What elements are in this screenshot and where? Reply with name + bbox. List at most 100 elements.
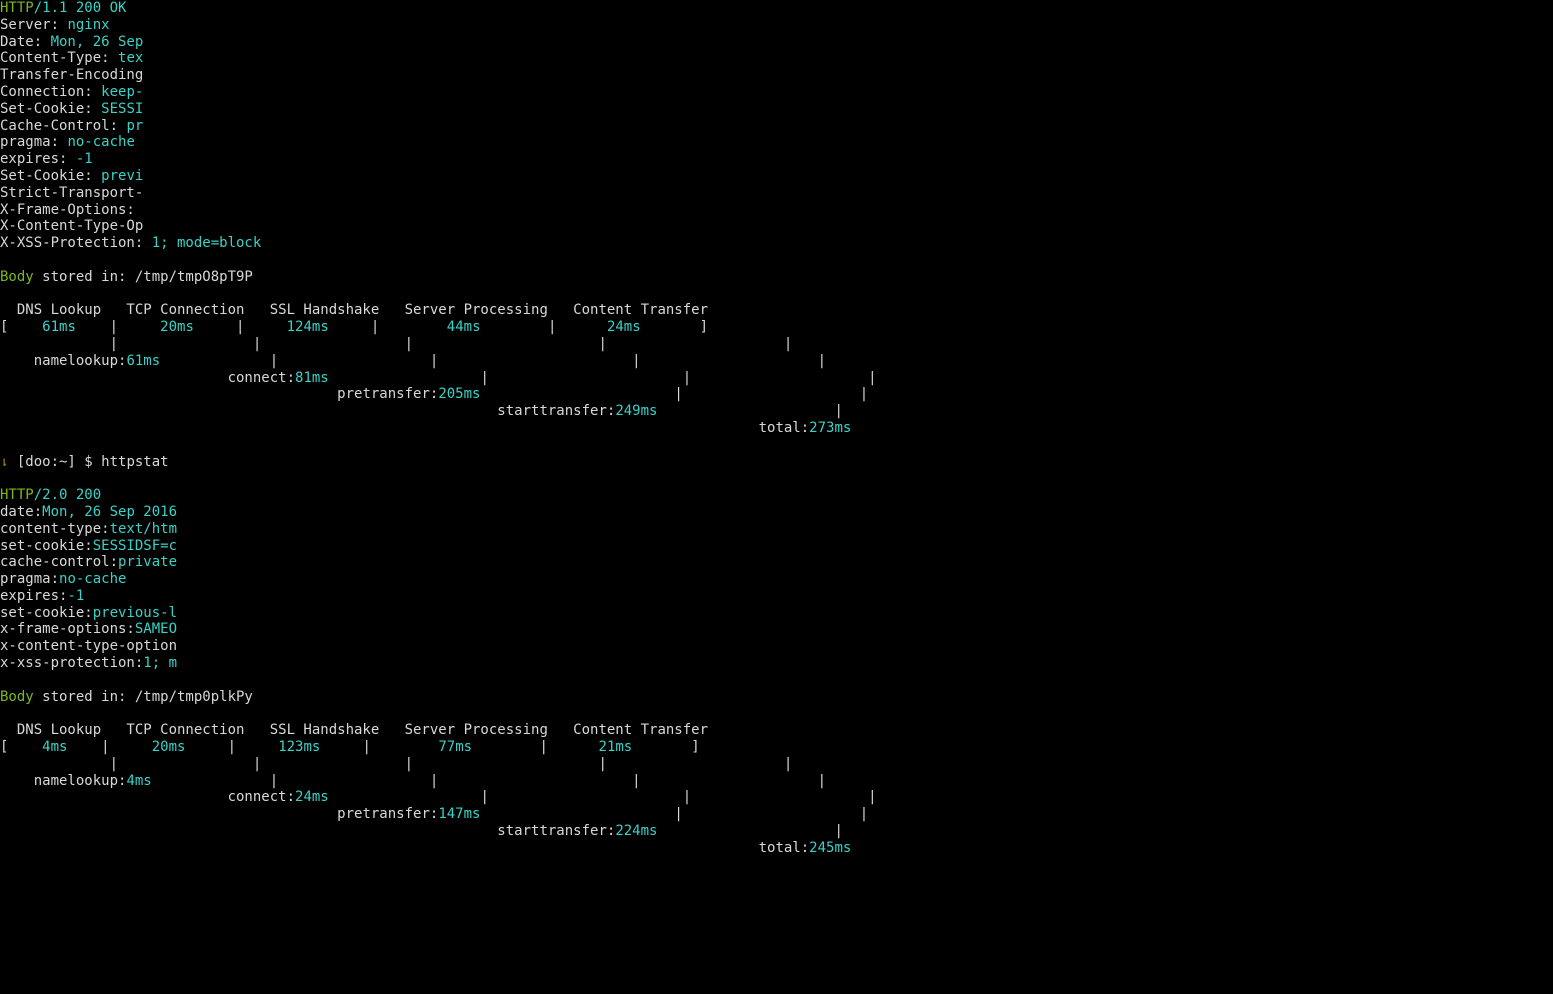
hdr-val-2-3: private: [118, 554, 177, 570]
hdr-val-2-2: SESSIDSF=c: [93, 538, 177, 554]
hdr-key-1-1: Date:: [0, 34, 51, 50]
hdr-key-2-1: content-type:: [0, 521, 110, 537]
stage-ct-2: 21ms: [548, 739, 691, 755]
hdr-val-1-2: tex: [118, 50, 143, 66]
hdr-val-1-13: 1; mode=block: [152, 235, 262, 251]
stage-headers-1: DNS Lookup TCP Connection SSL Handshake …: [0, 302, 708, 318]
hdr-mask-2-8: [177, 638, 253, 654]
hdr-key-1-3: Transfer-Encoding: [0, 67, 143, 83]
prompt-command[interactable]: httpstat: [101, 454, 177, 470]
cum-value-1-4: 273ms: [809, 420, 851, 436]
hdr-key-1-4: Connection:: [0, 84, 101, 100]
body-label-1: Body: [0, 269, 34, 285]
hdr-key-2-8: x-content-type-option: [0, 638, 177, 654]
hdr-key-2-7: x-frame-options:: [0, 621, 135, 637]
hdr-val-1-9: previ: [101, 168, 143, 184]
body-path-2: stored in: /tmp/tmp0plkPy: [34, 689, 253, 705]
hdr-val-2-4: no-cache: [59, 571, 126, 587]
hdr-val-1-1: Mon, 26 Sep: [51, 34, 144, 50]
hdr-key-2-0: date:: [0, 504, 42, 520]
hdr-mask-2-7: [177, 621, 236, 637]
hdr-mask-2-6: [177, 605, 1205, 621]
hdr-val-1-4: keep-: [101, 84, 143, 100]
http-status-2: /2.0 200: [34, 487, 101, 503]
cum-label-1-1: connect:: [228, 370, 295, 386]
prompt-arg-mask: [177, 454, 421, 470]
bracket-right-1: ]: [700, 319, 708, 335]
hdr-key-1-11: X-Frame-Options:: [0, 202, 135, 218]
cum-value-2-2: 147ms: [438, 806, 480, 822]
pipes-2: | | | | |: [0, 756, 792, 772]
hdr-mask-1-11: [135, 202, 202, 218]
hdr-val-2-5: -1: [67, 588, 84, 604]
cum-label-2-1: connect:: [228, 789, 295, 805]
hdr-val-1-8: -1: [76, 151, 93, 167]
hdr-mask-2-9: [177, 655, 270, 671]
hdr-val-2-0: Mon, 26 Sep 2016: [42, 504, 177, 520]
hdr-key-2-3: cache-control:: [0, 554, 118, 570]
hdr-mask-1-4: [143, 84, 185, 100]
cum-label-2-2: pretransfer:: [337, 806, 438, 822]
stage-ssl-2: 123ms: [236, 739, 362, 755]
stage-tcp-1: 20ms: [118, 319, 236, 335]
prompt-host: [doo:~] $: [17, 454, 101, 470]
hdr-val-1-6: pr: [126, 118, 143, 134]
hdr-key-1-6: Cache-Control:: [0, 118, 126, 134]
cum-value-1-2: 205ms: [438, 386, 480, 402]
cum-label-1-0: namelookup:: [34, 353, 127, 369]
hdr-key-2-9: x-xss-protection:: [0, 655, 143, 671]
hdr-mask-1-6: [143, 118, 362, 134]
cum-value-1-3: 249ms: [615, 403, 657, 419]
hdr-mask-1-3: [143, 67, 210, 83]
hdr-mask-1-10: [143, 185, 556, 201]
stage-headers-2: DNS Lookup TCP Connection SSL Handshake …: [0, 722, 708, 738]
hdr-mask-2-1: [177, 521, 312, 537]
cum-label-1-2: pretransfer:: [337, 386, 438, 402]
hdr-key-1-2: Content-Type:: [0, 50, 118, 66]
cum-label-2-0: namelookup:: [34, 773, 127, 789]
http-status-1: /1.1 200 OK: [34, 0, 127, 16]
hdr-mask-1-5: [143, 101, 699, 117]
cum-value-2-1: 24ms: [295, 789, 329, 805]
cum-value-1-0: 61ms: [126, 353, 160, 369]
hdr-mask-1-9: [143, 168, 1180, 184]
cum-value-2-4: 245ms: [809, 840, 851, 856]
http-proto-2: HTTP: [0, 487, 34, 503]
hdr-mask-2-0: [177, 504, 303, 520]
hdr-mask-1-1: [143, 34, 354, 50]
cum-value-1-1: 81ms: [295, 370, 329, 386]
hdr-val-2-1: text/htm: [110, 521, 177, 537]
hdr-key-1-0: Server:: [0, 17, 67, 33]
hdr-mask-1-2: [143, 50, 236, 66]
body-path-1: stored in: /tmp/tmpO8pT9P: [34, 269, 253, 285]
stage-dns-2: 4ms: [8, 739, 101, 755]
stage-ct-1: 24ms: [556, 319, 699, 335]
cum-label-2-3: starttransfer:: [497, 823, 615, 839]
cum-value-2-0: 4ms: [126, 773, 151, 789]
terminal-output[interactable]: HTTP/1.1 200 OK Server: nginx Date: Mon,…: [0, 0, 1553, 857]
hdr-mask-2-2: [177, 538, 742, 554]
hdr-val-1-0: nginx: [67, 17, 109, 33]
hdr-key-2-4: pragma:: [0, 571, 59, 587]
hdr-key-1-8: expires:: [0, 151, 76, 167]
bracket-right-2: ]: [691, 739, 699, 755]
hdr-key-1-9: Set-Cookie:: [0, 168, 101, 184]
pipes-1: | | | | |: [0, 336, 792, 352]
hdr-key-1-5: Set-Cookie:: [0, 101, 101, 117]
hdr-val-1-5: SESSI: [101, 101, 143, 117]
hdr-key-1-13: X-XSS-Protection:: [0, 235, 152, 251]
cum-label-1-4: total:: [759, 420, 810, 436]
hdr-mask-1-12: [143, 218, 244, 234]
hdr-val-2-9: 1; m: [143, 655, 177, 671]
http-proto-1: HTTP: [0, 0, 34, 16]
cum-label-2-4: total:: [759, 840, 810, 856]
stage-tcp-2: 20ms: [110, 739, 228, 755]
hdr-key-2-2: set-cookie:: [0, 538, 93, 554]
stage-dns-1: 61ms: [8, 319, 109, 335]
body-label-2: Body: [0, 689, 34, 705]
cum-label-1-3: starttransfer:: [497, 403, 615, 419]
stage-srv-2: 77ms: [371, 739, 540, 755]
hdr-key-2-6: set-cookie:: [0, 605, 93, 621]
hdr-key-1-7: pragma:: [0, 134, 67, 150]
cum-value-2-3: 224ms: [615, 823, 657, 839]
